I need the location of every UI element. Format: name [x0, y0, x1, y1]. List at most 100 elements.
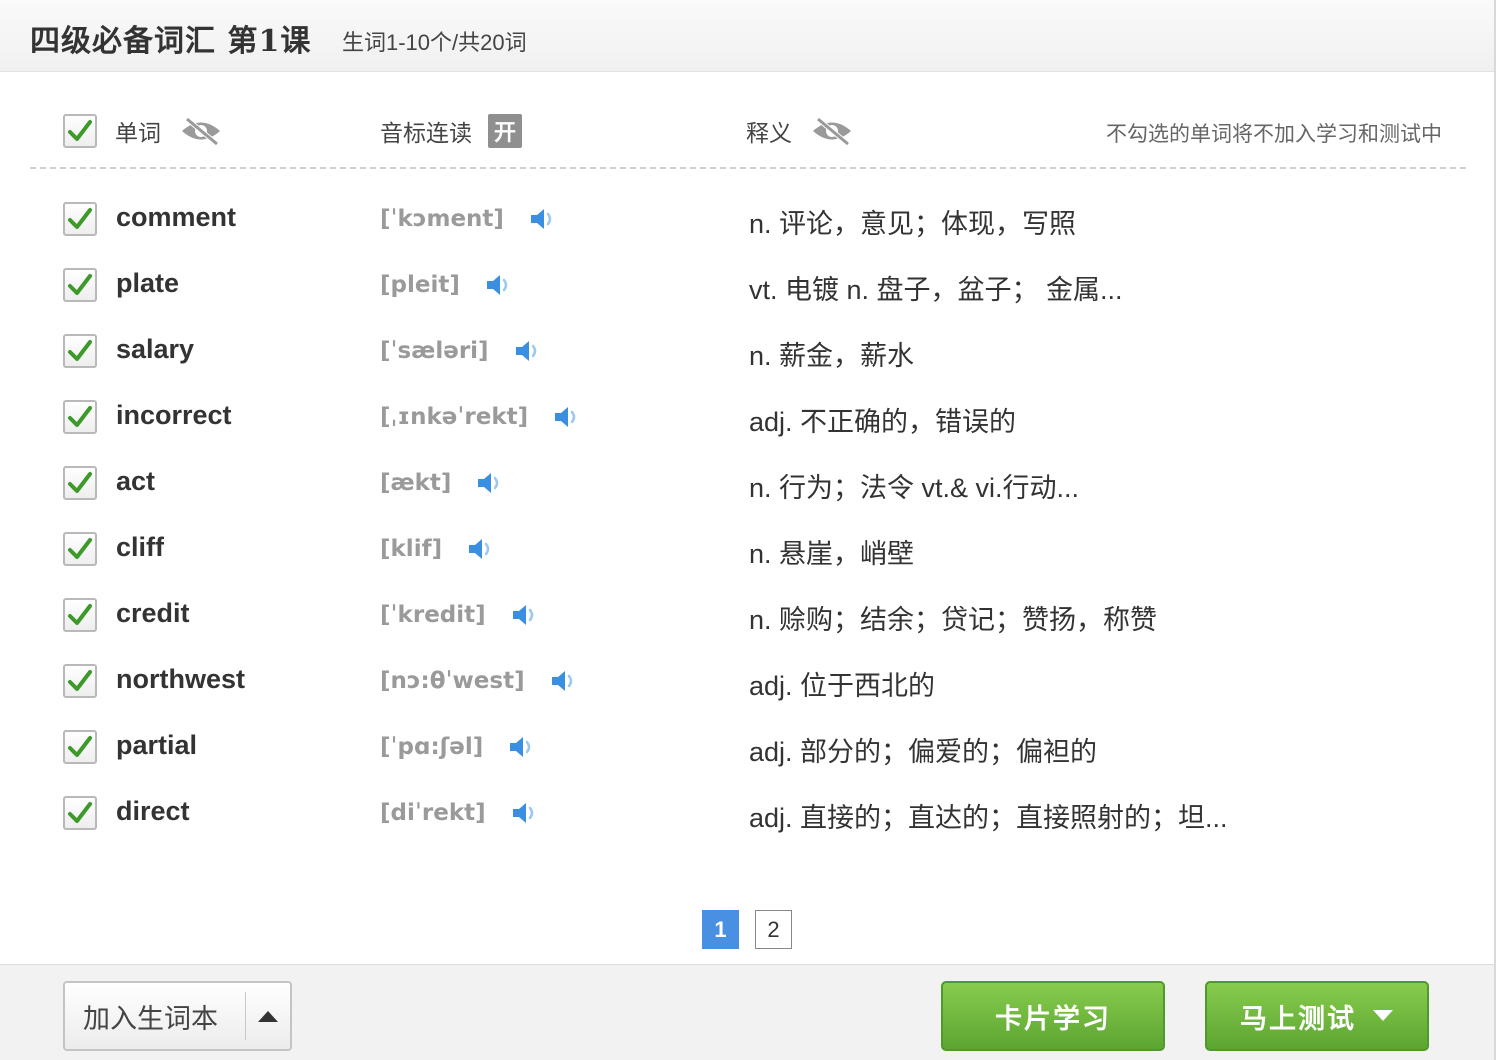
- word-row: direct [diˈrekt] adj. 直接的；直达的；直接照射的；坦...: [0, 780, 1494, 846]
- word-checkbox[interactable]: [63, 466, 97, 500]
- header-bar: 四级必备词汇 第1课 生词1-10个/共20词: [0, 0, 1494, 72]
- checkmark-icon: [68, 406, 92, 427]
- checkmark-icon: [68, 274, 92, 295]
- phonetic-text: [ˈkɔment]: [380, 206, 504, 232]
- speaker-icon[interactable]: [552, 402, 582, 432]
- word-row: partial [ˈpɑ:ʃəl] adj. 部分的；偏爱的；偏袒的: [0, 714, 1494, 780]
- word-list-window: 四级必备词汇 第1课 生词1-10个/共20词 单词 音标连读 开 释义 不勾选…: [0, 0, 1496, 1060]
- start-test-button[interactable]: 马上测试: [1205, 981, 1429, 1051]
- pagination: 1 2: [702, 910, 792, 949]
- word-text: cliff: [116, 532, 165, 562]
- definition-text: n. 行为；法令 vt.& vi.行动...: [749, 473, 1080, 503]
- phonetic-column-label: 音标连读: [380, 120, 472, 146]
- word-checkbox[interactable]: [63, 730, 97, 764]
- word-text: incorrect: [116, 400, 232, 430]
- phonetic-text: [nɔ:θˈwest]: [380, 668, 525, 694]
- checkmark-icon: [68, 736, 92, 757]
- word-checkbox[interactable]: [63, 400, 97, 434]
- word-checkbox[interactable]: [63, 664, 97, 698]
- phonetic-cell: [diˈrekt]: [380, 798, 540, 828]
- word-text: comment: [116, 202, 237, 232]
- expand-up-icon[interactable]: [246, 1009, 290, 1023]
- speaker-icon[interactable]: [484, 270, 514, 300]
- speaker-icon[interactable]: [475, 468, 505, 498]
- phonetic-text: [ˌɪnkəˈrekt]: [380, 404, 529, 430]
- speaker-icon[interactable]: [510, 798, 540, 828]
- word-row: credit [ˈkredit] n. 赊购；结余；贷记；赞扬，称赞: [0, 582, 1494, 648]
- add-to-vocab-button[interactable]: 加入生词本: [63, 981, 292, 1051]
- checkmark-icon: [68, 604, 92, 625]
- phonetic-cell: [nɔ:θˈwest]: [380, 666, 579, 696]
- word-checkbox[interactable]: [63, 598, 97, 632]
- word-text: plate: [116, 268, 180, 298]
- word-row: incorrect [ˌɪnkəˈrekt] adj. 不正确的，错误的: [0, 384, 1494, 450]
- word-row: act [ækt] n. 行为；法令 vt.& vi.行动...: [0, 450, 1494, 516]
- phonetic-text: [pleit]: [380, 272, 460, 298]
- add-to-vocab-label: 加入生词本: [83, 1003, 218, 1034]
- definition-column-header: 释义: [746, 114, 854, 148]
- column-header-row: 单词 音标连读 开 释义 不勾选的单词将不加入学习和测试中: [0, 100, 1494, 164]
- word-text: partial: [116, 730, 198, 760]
- phonetic-text: [klif]: [380, 536, 443, 562]
- header-divider: [30, 167, 1466, 169]
- phonetic-text: [ˈpɑ:ʃəl]: [380, 734, 484, 760]
- phonetic-cell: [ˈpɑ:ʃəl]: [380, 732, 537, 762]
- speaker-icon[interactable]: [507, 732, 537, 762]
- page-2-button[interactable]: 2: [755, 910, 792, 949]
- word-column-label: 单词: [115, 120, 161, 146]
- chevron-down-icon[interactable]: [1372, 1009, 1394, 1023]
- definition-text: n. 悬崖，峭壁: [749, 539, 915, 569]
- lesson-title: 四级必备词汇 第1课: [30, 24, 312, 59]
- definition-text: adj. 部分的；偏爱的；偏袒的: [749, 737, 1098, 767]
- word-text: salary: [116, 334, 195, 364]
- start-test-label: 马上测试: [1240, 1003, 1356, 1034]
- word-checkbox[interactable]: [63, 202, 97, 236]
- definition-text: adj. 位于西北的: [749, 671, 936, 701]
- word-column-header: 单词: [63, 114, 223, 148]
- speaker-icon[interactable]: [528, 204, 558, 234]
- definition-column-label: 释义: [746, 120, 792, 146]
- checkmark-icon: [68, 472, 92, 493]
- word-row: plate [pleit] vt. 电镀 n. 盘子，盆子； 金属...: [0, 252, 1494, 318]
- phonetic-cell: [ˈkredit]: [380, 600, 540, 630]
- word-text: northwest: [116, 664, 246, 694]
- speaker-icon[interactable]: [466, 534, 496, 564]
- word-row: comment [ˈkɔment] n. 评论，意见；体现，写照: [0, 186, 1494, 252]
- speaker-icon[interactable]: [510, 600, 540, 630]
- footer-bar: 加入生词本 卡片学习 马上测试: [0, 964, 1494, 1060]
- word-row: cliff [klif] n. 悬崖，峭壁: [0, 516, 1494, 582]
- word-row: salary [ˈsæləri] n. 薪金，薪水: [0, 318, 1494, 384]
- definition-text: adj. 直接的；直达的；直接照射的；坦...: [749, 803, 1228, 833]
- page-1-button[interactable]: 1: [702, 910, 739, 949]
- phonetic-cell: [pleit]: [380, 270, 514, 300]
- card-study-label: 卡片学习: [995, 1003, 1111, 1034]
- checkmark-icon: [68, 538, 92, 559]
- phonetic-cell: [ækt]: [380, 468, 505, 498]
- word-checkbox[interactable]: [63, 796, 97, 830]
- phonetic-cell: [ˈsæləri]: [380, 336, 543, 366]
- definition-text: vt. 电镀 n. 盘子，盆子； 金属...: [749, 275, 1123, 305]
- word-checkbox[interactable]: [63, 268, 97, 302]
- card-study-button[interactable]: 卡片学习: [941, 981, 1165, 1051]
- phonetic-text: [ˈkredit]: [380, 602, 486, 628]
- select-all-checkbox[interactable]: [63, 114, 97, 148]
- definition-text: n. 赊购；结余；贷记；赞扬，称赞: [749, 605, 1158, 635]
- selection-hint: 不勾选的单词将不加入学习和测试中: [1106, 123, 1442, 146]
- hide-definition-eye-icon[interactable]: [810, 116, 854, 146]
- word-text: act: [116, 466, 156, 496]
- phonetic-toggle-button[interactable]: 开: [488, 114, 522, 148]
- word-checkbox[interactable]: [63, 334, 97, 368]
- checkmark-icon: [68, 340, 92, 361]
- hide-word-eye-icon[interactable]: [179, 116, 223, 146]
- definition-text: n. 评论，意见；体现，写照: [749, 209, 1077, 239]
- phonetic-text: [diˈrekt]: [380, 800, 486, 826]
- checkmark-icon: [68, 802, 92, 823]
- speaker-icon[interactable]: [549, 666, 579, 696]
- checkmark-icon: [68, 208, 92, 229]
- checkmark-icon: [68, 670, 92, 691]
- word-list: comment [ˈkɔment] n. 评论，意见；体现，写照 plate [plei…: [0, 186, 1494, 846]
- phonetic-cell: [ˌɪnkəˈrekt]: [380, 402, 582, 432]
- word-count-subtitle: 生词1-10个/共20词: [342, 30, 527, 55]
- word-checkbox[interactable]: [63, 532, 97, 566]
- speaker-icon[interactable]: [513, 336, 543, 366]
